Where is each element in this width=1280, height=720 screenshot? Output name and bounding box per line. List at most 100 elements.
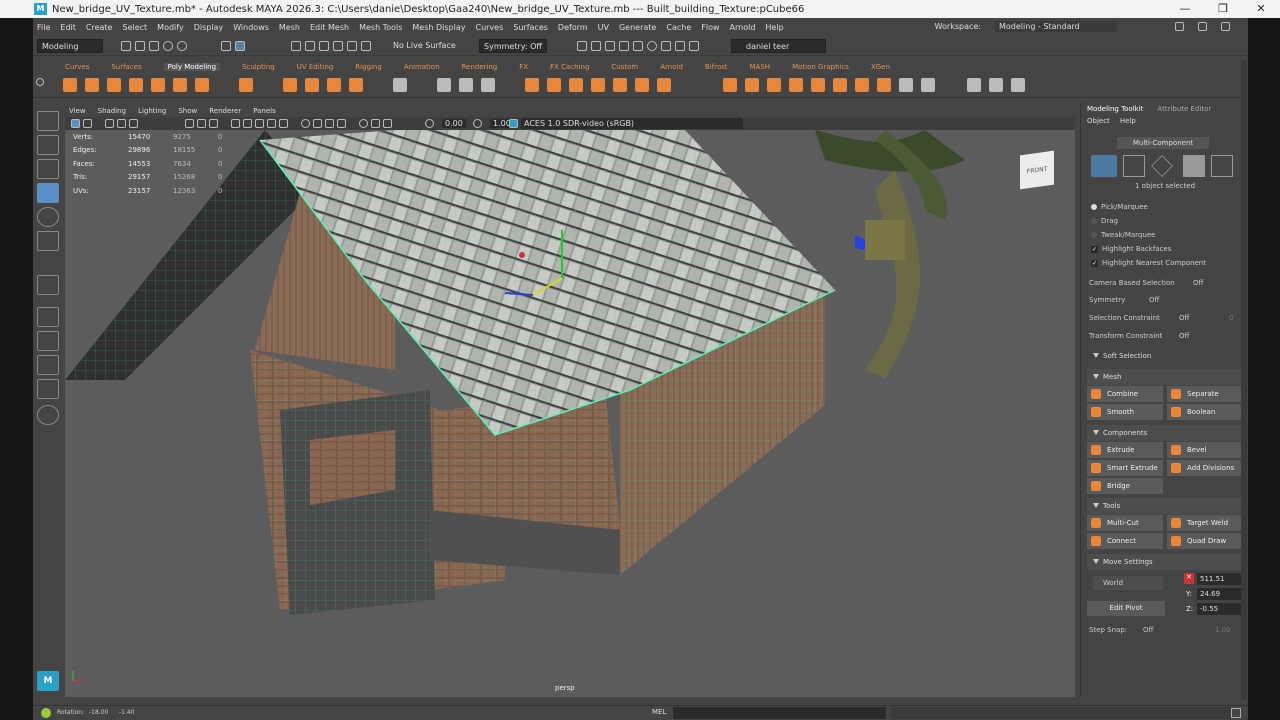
shelf-tab-fx-caching[interactable]: FX Caching	[550, 63, 589, 71]
close-button[interactable]: ✕	[1242, 0, 1280, 18]
exposure-field[interactable]: 0.00	[442, 119, 466, 128]
lighting-icon[interactable]	[279, 119, 288, 128]
add-divisions-button[interactable]: Add Divisions	[1167, 460, 1243, 476]
panel-menu-shading[interactable]: Shading	[98, 107, 126, 115]
camera-based-value[interactable]: Off	[1193, 279, 1203, 287]
two-d-pan-icon[interactable]	[117, 119, 126, 128]
menu-cache[interactable]: Cache	[666, 23, 691, 32]
gamma-icon[interactable]	[473, 119, 482, 128]
smart-extrude-button[interactable]: Smart Extrude	[1087, 460, 1163, 476]
mirror-icon[interactable]	[569, 78, 583, 92]
move-settings-header[interactable]: Move Settings	[1087, 554, 1243, 570]
help-icon[interactable]	[41, 708, 51, 718]
search-icon[interactable]	[37, 405, 59, 425]
xray-icon[interactable]	[313, 119, 322, 128]
shelf-tab-fx[interactable]: FX	[519, 63, 528, 71]
drag-radio[interactable]	[1091, 218, 1097, 224]
live-surface-field[interactable]: No Live Surface	[393, 41, 456, 50]
toolkit-menu-help[interactable]: Help	[1120, 117, 1136, 125]
shelf-tab-arnold[interactable]: Arnold	[660, 63, 683, 71]
edit-pivot-button[interactable]: Edit Pivot	[1087, 601, 1165, 616]
film-gate-icon[interactable]	[197, 119, 206, 128]
undo-icon[interactable]	[163, 41, 173, 51]
target-weld-button[interactable]: Target Weld	[1167, 515, 1243, 531]
menu-file[interactable]: File	[37, 23, 50, 32]
script-editor-icon[interactable]	[1231, 708, 1241, 718]
shelf-tab-xgen[interactable]: XGen	[871, 63, 890, 71]
smooth-shade-icon[interactable]	[243, 119, 252, 128]
lasso-tool-icon[interactable]	[37, 135, 59, 155]
uv-mode-icon[interactable]	[1211, 155, 1233, 177]
menu-windows[interactable]: Windows	[233, 23, 269, 32]
move-tool-icon[interactable]	[37, 183, 59, 203]
command-line-input[interactable]	[673, 707, 886, 719]
panel-menu-lighting[interactable]: Lighting	[138, 107, 166, 115]
outliner-layout-icon[interactable]	[37, 379, 59, 399]
poly-disc-icon[interactable]	[195, 78, 209, 92]
menu-generate[interactable]: Generate	[619, 23, 656, 32]
backface-icon[interactable]	[337, 119, 346, 128]
view-cube[interactable]: FRONT	[1020, 150, 1054, 190]
edit-edge-flow-icon[interactable]	[1011, 78, 1025, 92]
menu-help[interactable]: Help	[765, 23, 783, 32]
wedge-icon[interactable]	[811, 78, 825, 92]
shelf-tab-curves[interactable]: Curves	[65, 63, 89, 71]
shelf-tab-animation[interactable]: Animation	[404, 63, 440, 71]
menu-display[interactable]: Display	[194, 23, 224, 32]
panel-scrollbar[interactable]	[1241, 60, 1247, 700]
crease-icon[interactable]	[921, 78, 935, 92]
last-tool-icon[interactable]	[37, 275, 59, 295]
shelf-tab-custom[interactable]: Custom	[611, 63, 638, 71]
panel-menu-renderer[interactable]: Renderer	[209, 107, 241, 115]
shelf-tab-bifrost[interactable]: Bifrost	[705, 63, 728, 71]
super-shape-icon[interactable]	[283, 78, 297, 92]
menu-edit[interactable]: Edit	[60, 23, 76, 32]
wireframe-icon[interactable]	[231, 119, 240, 128]
toolkit-menu-object[interactable]: Object	[1087, 117, 1110, 125]
depth-of-field-icon[interactable]	[383, 119, 392, 128]
ambient-occlusion-icon[interactable]	[359, 119, 368, 128]
highlight-backfaces-checkbox[interactable]: ✓	[1091, 245, 1098, 253]
poly-sphere-icon[interactable]	[63, 78, 77, 92]
grid-icon[interactable]	[185, 119, 194, 128]
menu-mesh-tools[interactable]: Mesh Tools	[359, 23, 402, 32]
quad-draw-icon[interactable]	[989, 78, 1003, 92]
shelf-tab-motion-graphics[interactable]: Motion Graphics	[792, 63, 849, 71]
combine-icon[interactable]	[525, 78, 539, 92]
world-dropdown[interactable]: World	[1093, 576, 1163, 590]
shelf-tab-poly-modeling[interactable]: Poly Modeling	[163, 62, 221, 71]
transform-constraint-value[interactable]: Off	[1179, 332, 1189, 340]
poke-icon[interactable]	[833, 78, 847, 92]
workspace-dropdown[interactable]: Modeling - Standard	[995, 21, 1117, 32]
snap-view-icon[interactable]	[333, 41, 343, 51]
poly-cube-icon[interactable]	[85, 78, 99, 92]
select-by-hierarchy-icon[interactable]	[221, 41, 231, 51]
maximize-button[interactable]: ❐	[1204, 0, 1242, 18]
snap-grid-icon[interactable]	[291, 41, 301, 51]
menu-mesh[interactable]: Mesh	[279, 23, 300, 32]
tweak-marquee-radio[interactable]	[1091, 232, 1097, 238]
image-plane-icon[interactable]	[105, 119, 114, 128]
extrude-icon[interactable]	[723, 78, 737, 92]
pause-icon[interactable]	[689, 41, 699, 51]
boolean-button[interactable]: Boolean	[1167, 404, 1243, 420]
target-weld-icon[interactable]	[899, 78, 913, 92]
smooth-mesh-icon[interactable]	[393, 78, 407, 92]
workspace-selector[interactable]: Workspace: Modeling - Standard	[935, 21, 1240, 32]
settings-icon[interactable]	[1221, 22, 1230, 31]
menu-deform[interactable]: Deform	[558, 23, 588, 32]
sweep-mesh-icon[interactable]	[305, 78, 319, 92]
maya-home-icon[interactable]: M	[37, 671, 59, 691]
multi-cut-button[interactable]: Multi-Cut	[1087, 515, 1163, 531]
hypershade-icon[interactable]	[647, 41, 657, 51]
menu-uv[interactable]: UV	[598, 23, 609, 32]
snap-point-icon[interactable]	[319, 41, 329, 51]
multi-component-button[interactable]: Multi-Component	[1117, 137, 1209, 149]
shelf-settings-icon[interactable]	[36, 78, 44, 86]
face-mode-icon[interactable]	[1183, 155, 1205, 177]
wireframe-on-shaded-icon[interactable]	[255, 119, 264, 128]
redo-icon[interactable]	[177, 41, 187, 51]
poly-plane-icon[interactable]	[173, 78, 187, 92]
color-management-icon[interactable]	[509, 119, 518, 128]
single-view-layout-icon[interactable]	[37, 307, 59, 327]
